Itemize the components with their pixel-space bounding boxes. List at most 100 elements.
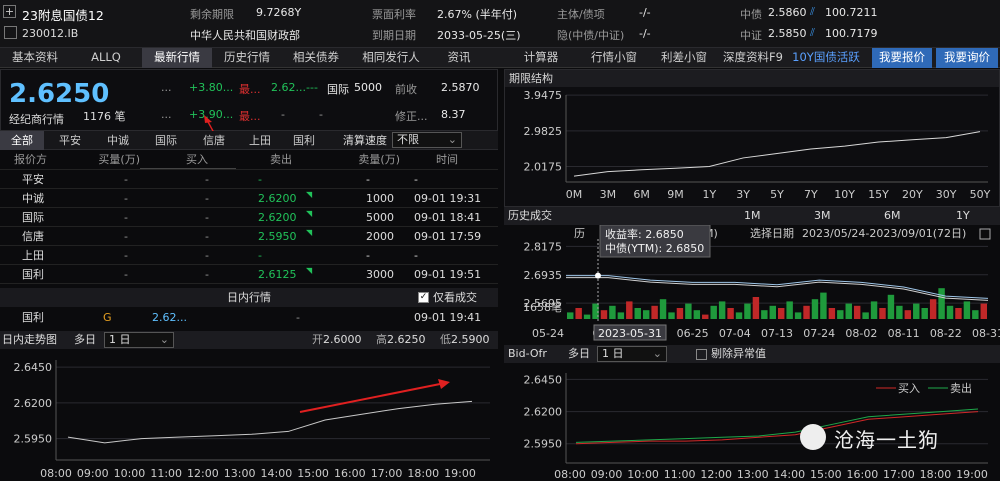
trend-chart-icon[interactable]: ⫽ <box>810 5 815 19</box>
range-1y[interactable]: 1Y <box>956 207 970 225</box>
table-row[interactable]: 中诚 - - 2.6200 1000 09-01 19:31 ◥ <box>0 189 498 208</box>
ask-price: 2.5950 <box>258 230 297 243</box>
date-label: 选择日期 <box>750 226 794 240</box>
y-tick-label: 2.6935 <box>524 269 563 282</box>
best-quote-marker-icon: ◥ <box>306 209 313 218</box>
x-tick-label: 30Y <box>936 188 957 201</box>
col-header-bid-volume[interactable]: 买量(万) <box>60 151 140 169</box>
table-row[interactable]: 上田 - - - - - <box>0 246 498 265</box>
volume-bar <box>828 308 836 319</box>
chevron-down-icon: ⌄ <box>159 333 169 346</box>
x-tick-label: 14:00 <box>261 467 293 480</box>
bond-header: + 23附息国债12 230012.IB 剩余期限 9.7268Y 中华人民共和… <box>0 0 1000 48</box>
tab-calculator[interactable]: 计算器 <box>510 48 572 68</box>
trend-low: 2.5900 <box>451 333 490 346</box>
bid-price: - <box>205 173 209 186</box>
broker-tab-shangtian[interactable]: 上田 <box>238 131 282 150</box>
tab-allq[interactable]: ALLQ <box>70 48 142 68</box>
x-tick-label: 50Y <box>970 188 991 201</box>
checkbox-checked-icon[interactable]: ✓ <box>418 292 429 303</box>
add-watch-button[interactable]: + <box>3 5 16 18</box>
tab-history[interactable]: 历史行情 <box>212 48 282 68</box>
volume-bar <box>718 301 726 319</box>
cb-label: 中债 <box>740 8 762 21</box>
tab-latest-quote[interactable]: 最新行情 <box>142 48 212 68</box>
speed-select[interactable]: 不限 ⌄ <box>392 132 462 148</box>
trend-toolbar: 日内走势图 多日 1 日 ⌄ 开 2.6000 高 2.6250 低 2.5900 <box>0 331 498 349</box>
history-title: 历史成交 <box>508 209 552 222</box>
quote-time: - <box>414 173 418 186</box>
trend-chart-icon[interactable]: ⫽ <box>810 26 815 40</box>
table-row[interactable]: 国际 - - 2.6200 5000 09-01 18:41 ◥ <box>0 208 498 227</box>
trade-line <box>566 277 989 301</box>
trend-period[interactable]: 多日 <box>74 331 96 349</box>
x-tick-label: 3Y <box>736 188 750 201</box>
copy-icon[interactable] <box>4 26 17 39</box>
tab-10y-active[interactable]: 10Y国债活跃 <box>788 48 864 68</box>
volume-bar <box>837 310 844 319</box>
ask-price: - <box>258 173 262 186</box>
tab-spread-window[interactable]: 利差小窗 <box>650 48 718 68</box>
volume-bar <box>626 301 633 319</box>
x-tick-label: 08:00 <box>554 468 586 481</box>
volume-bar <box>980 303 987 319</box>
x-tick-label: 19:00 <box>956 468 988 481</box>
checkbox-unchecked-icon[interactable] <box>696 349 707 360</box>
volume-bar <box>913 303 920 319</box>
volume-bar <box>845 303 852 319</box>
remaining-value: 9.7268Y <box>256 6 302 19</box>
cb-price: 100.7211 <box>825 6 878 19</box>
filter-outliers-label: 剔除异常值 <box>711 347 766 360</box>
broker-tab-guoji[interactable]: 国际 <box>144 131 188 150</box>
bidofr-days-select[interactable]: 1 日 ⌄ <box>597 346 667 362</box>
table-row[interactable]: 信唐 - - 2.5950 2000 09-01 17:59 ◥ <box>0 227 498 246</box>
tab-news[interactable]: 资讯 <box>432 48 486 68</box>
col-header-time[interactable]: 时间 <box>436 151 476 169</box>
intraday-row[interactable]: 国利 G 2.62... - 09-01 19:41 <box>0 308 498 327</box>
tab-quote-window[interactable]: 行情小窗 <box>580 48 648 68</box>
broker-tab-all[interactable]: 全部 <box>0 131 44 150</box>
broker-tab-guoli[interactable]: 国利 <box>284 131 324 150</box>
quote-button[interactable]: 我要报价 <box>872 48 932 68</box>
tab-deep-f9[interactable]: 深度资料F9 <box>718 48 788 68</box>
history-trade-chart[interactable]: 历 M) 选择日期 2023/05/24-2023/09/01(72日)2.81752… <box>504 225 1000 345</box>
x-tick-label: 15:00 <box>810 468 842 481</box>
table-row[interactable]: 国利 - - 2.6125 3000 09-01 19:51 ◥ <box>0 265 498 284</box>
range-3m[interactable]: 3M <box>814 207 831 225</box>
volume-bar <box>946 305 954 319</box>
table-row[interactable]: 平安 - - - - - <box>0 170 498 189</box>
col-header-bid[interactable]: 买入 <box>150 151 244 169</box>
volume-bar <box>710 305 717 319</box>
ask-volume: 2000 <box>366 230 394 243</box>
intraday-trend-chart[interactable]: 2.6450 2.6200 2.5950 08:00 09:00 10:00 11:00 12… <box>0 350 498 481</box>
tab-basic[interactable]: 基本资料 <box>0 48 70 68</box>
last-source: 经纪商行情 <box>9 113 64 126</box>
trend-title: 日内走势图 <box>2 333 57 346</box>
term-structure-chart[interactable]: 3.9475 2.9825 2.0175 0M 3M 6M 9M 1Y 3Y 5Y 7Y 10Y 15Y… <box>504 87 1000 207</box>
volume-bar <box>702 314 709 319</box>
col-header-ask[interactable]: 卖出 <box>246 151 316 169</box>
broker-tab-xintang[interactable]: 信唐 <box>192 131 236 150</box>
broker-tab-pingan[interactable]: 平安 <box>50 131 90 150</box>
x-tick-label: 16:00 <box>847 468 879 481</box>
broker-tab-zhongcheng[interactable]: 中诚 <box>96 131 140 150</box>
quote-time: - <box>414 249 418 262</box>
tab-same-issuer[interactable]: 相同发行人 <box>350 48 432 68</box>
bid-price: - <box>205 211 209 224</box>
inquiry-button[interactable]: 我要询价 <box>936 48 998 68</box>
y-tick-label: 2.0175 <box>524 161 563 174</box>
x-tick-label: 07-04 <box>719 327 751 340</box>
bidofr-period[interactable]: 多日 <box>568 345 590 363</box>
trend-days-select[interactable]: 1 日 ⌄ <box>104 332 174 348</box>
row1-label: 最... <box>239 83 261 96</box>
y-tick-label: 2.6450 <box>14 361 53 374</box>
bid-offer-chart[interactable]: 2.6450 2.6200 2.5950 买入 卖出 08:00 09:00 10:00 11:… <box>504 363 1000 481</box>
bond-name: 23附息国债12 <box>22 8 104 23</box>
range-1m[interactable]: 1M <box>744 207 761 225</box>
range-6m[interactable]: 6M <box>884 207 901 225</box>
col-header-ask-volume[interactable]: 卖量(万) <box>326 151 400 169</box>
tab-related-bonds[interactable]: 相关债券 <box>282 48 350 68</box>
row1-price: 2.62... <box>271 81 306 94</box>
bid-volume: - <box>124 249 128 262</box>
volume-bar <box>794 312 802 319</box>
